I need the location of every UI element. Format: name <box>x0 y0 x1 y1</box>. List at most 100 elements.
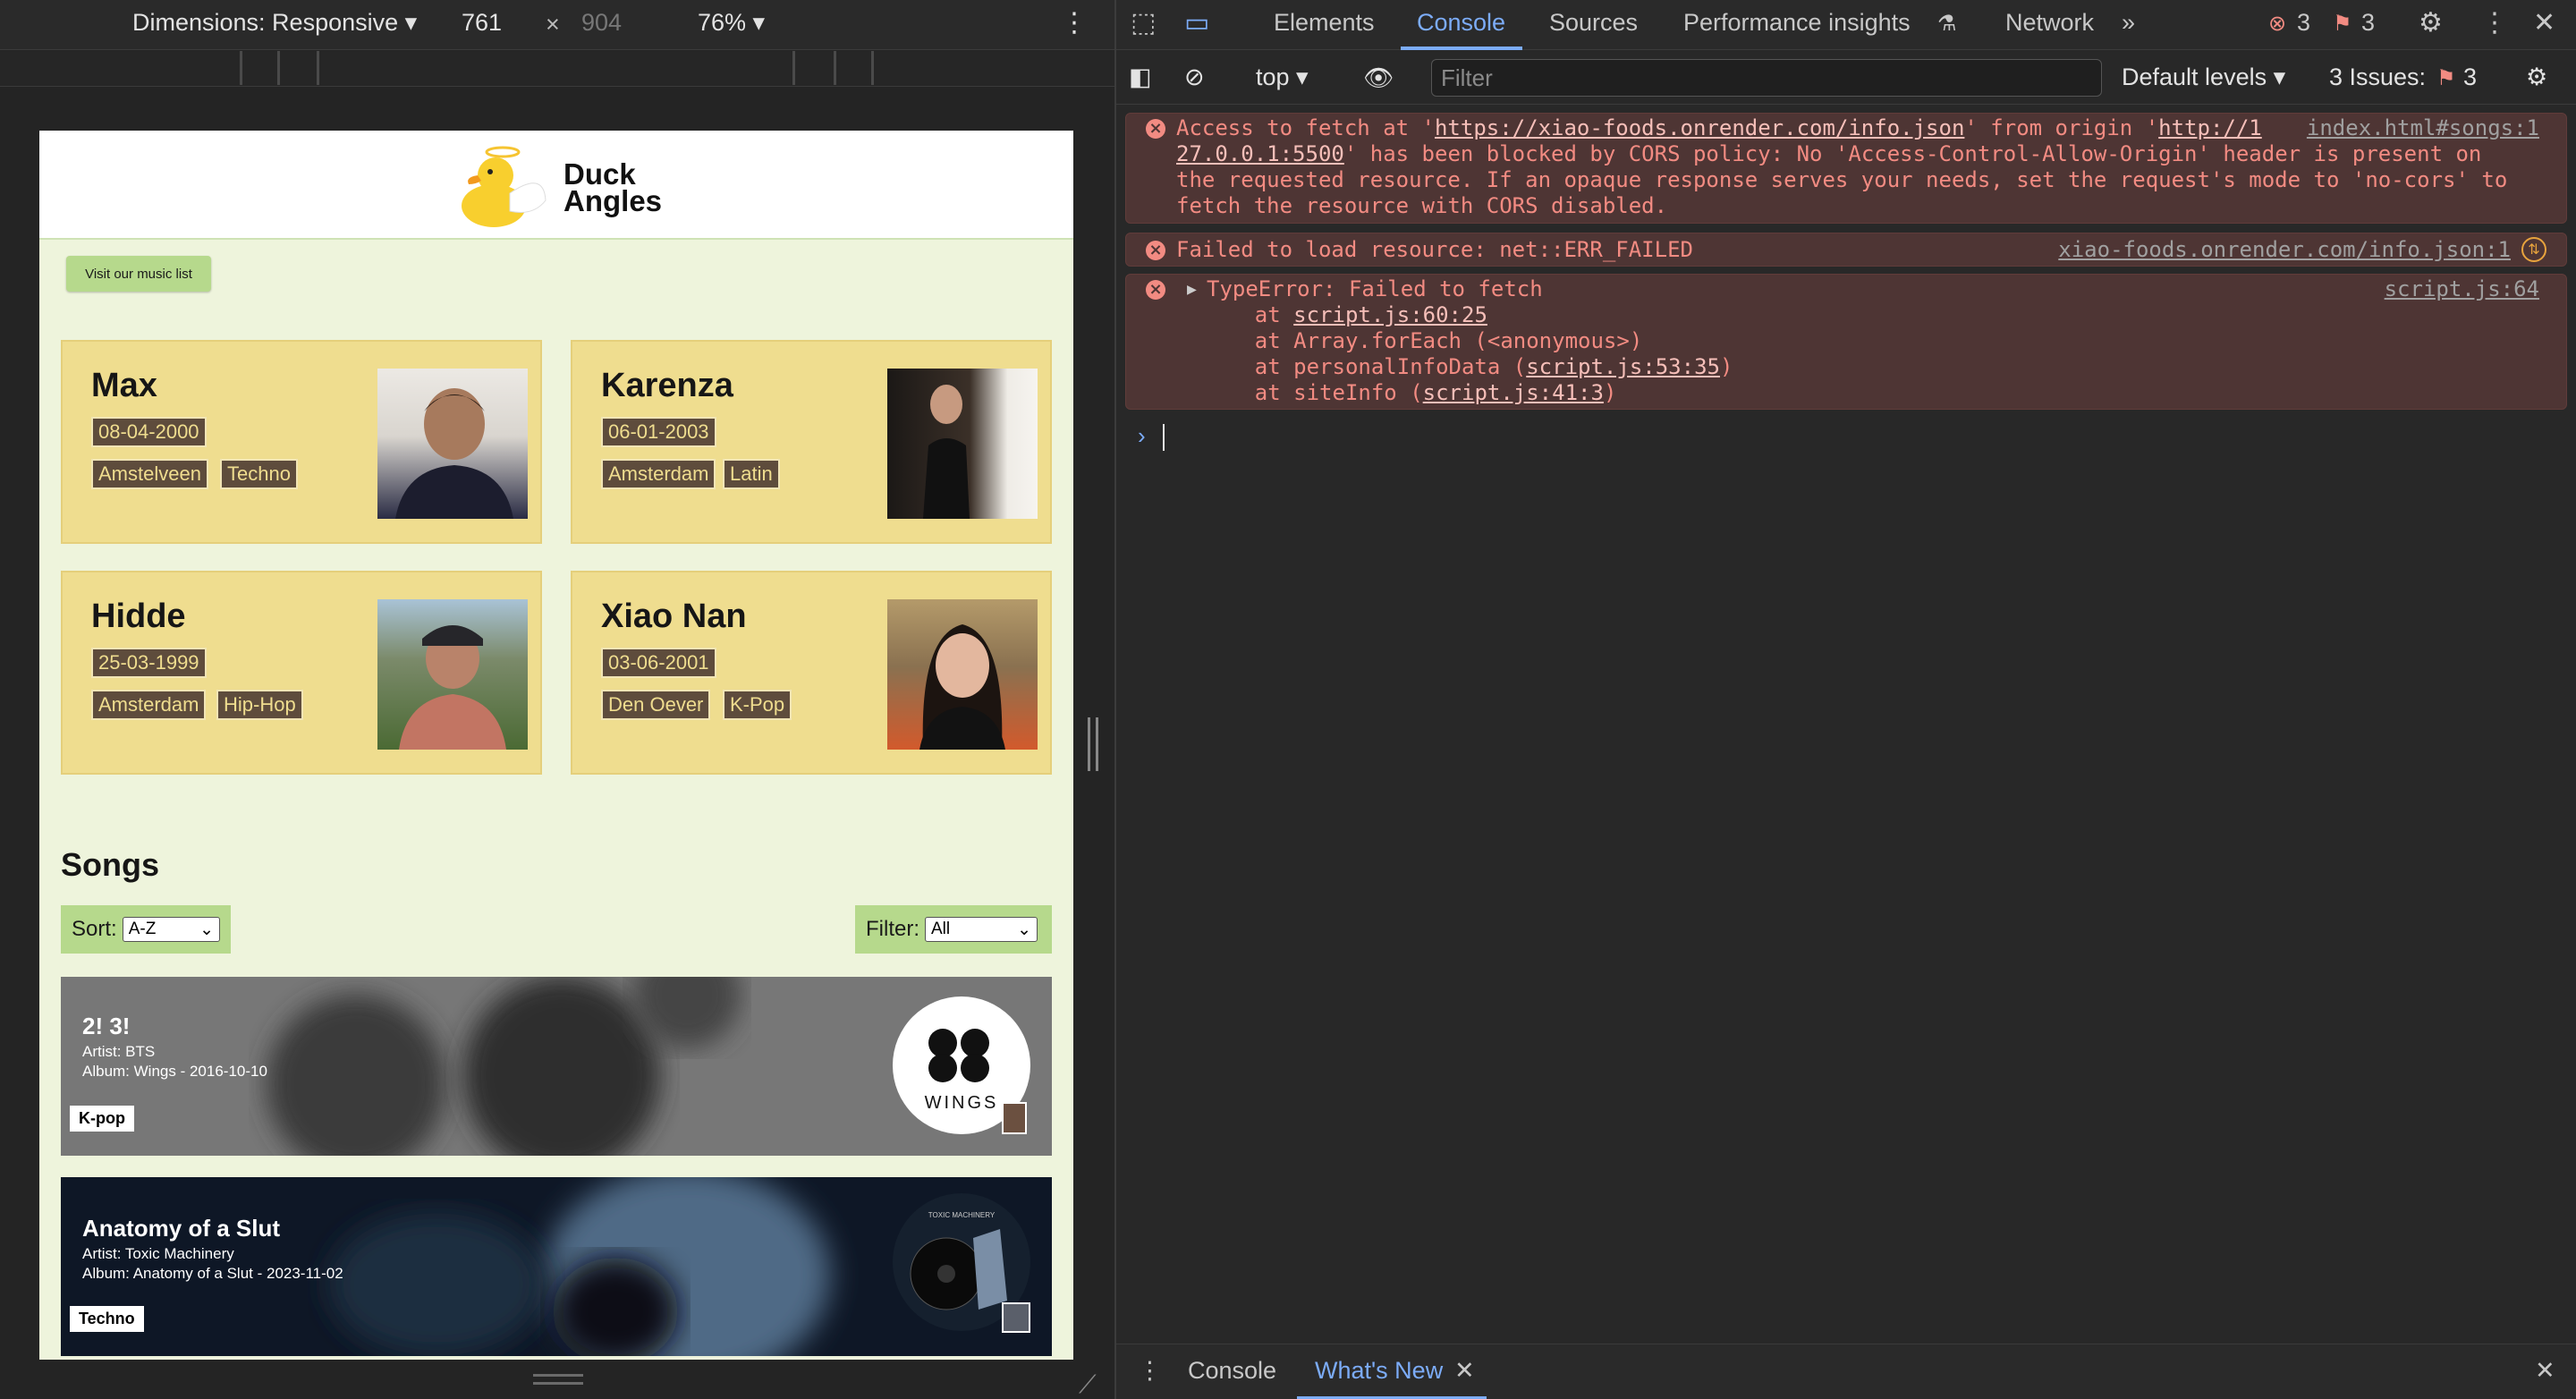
song-album: Album: Wings - 2016-10-10 <box>82 1063 267 1080</box>
error-icon: × <box>1146 280 1165 300</box>
close-tab-icon[interactable]: ✕ <box>1454 1357 1475 1385</box>
message-text: Access to fetch at ' <box>1176 115 1435 140</box>
city-tag: Amsterdam <box>601 459 716 489</box>
person-name: Max <box>91 367 157 404</box>
tab-performance-insights[interactable]: Performance insights <box>1683 9 1911 37</box>
birthdate-tag: 25-03-1999 <box>91 648 207 678</box>
message-line: Failed to load resource: net::ERR_FAILED <box>1176 237 1693 262</box>
drawer-tab-whats-new[interactable]: What's New <box>1315 1357 1443 1385</box>
message-line: Access to fetch at 'https://xiao-foods.o… <box>1176 115 2262 141</box>
city-tag: Den Oever <box>601 690 711 720</box>
message-line: fetch the resource with CORS disabled. <box>1176 193 1668 218</box>
drawer-tab-console[interactable]: Console <box>1188 1357 1276 1385</box>
site-header: Duck Angles <box>39 131 1073 240</box>
stack-text: at Array.forEach (<anonymous>) <box>1203 328 1643 353</box>
message-line: TypeError: Failed to fetch <box>1207 276 1543 301</box>
live-expression-eye-icon[interactable]: 👁 <box>1363 64 1394 92</box>
viewport-width-resize-handle[interactable] <box>1088 717 1098 771</box>
devtools-more-icon[interactable]: ⋮ <box>2481 7 2508 38</box>
song-artist: Artist: Toxic Machinery <box>82 1245 234 1262</box>
stack-link[interactable]: script.js:60:25 <box>1293 302 1487 327</box>
device-toolbar-icon[interactable]: ▭ <box>1184 7 1209 38</box>
issues-count[interactable]: 3 <box>2463 64 2477 91</box>
genre-tag: Hip-Hop <box>216 690 303 720</box>
song-title: Anatomy of a Slut <box>82 1215 281 1242</box>
more-tabs-icon[interactable]: » <box>2122 9 2135 37</box>
device-more-icon[interactable]: ⋮ <box>1061 7 1088 38</box>
message-source-link[interactable]: index.html#songs:1 <box>2307 115 2539 141</box>
viewport-height-resize-handle[interactable] <box>533 1374 583 1385</box>
filter-select[interactable]: All ⌄ <box>925 917 1038 942</box>
person-name: Xiao Nan <box>601 598 747 635</box>
tab-elements[interactable]: Elements <box>1274 9 1375 37</box>
visit-music-list-button[interactable]: Visit our music list <box>66 256 211 292</box>
console-filter-input[interactable]: Filter <box>1431 59 2102 97</box>
user-avatar <box>1002 1302 1030 1333</box>
error-url-link[interactable]: https://xiao-foods.onrender.com/info.jso… <box>1435 115 1964 140</box>
sidebar-toggle-icon[interactable]: ◧ <box>1129 64 1152 91</box>
filter-value: All <box>931 920 951 938</box>
person-name: Karenza <box>601 367 733 404</box>
person-card: Xiao Nan 03-06-2001 Den Oever K-Pop <box>571 571 1052 775</box>
tab-console[interactable]: Console <box>1417 9 1505 37</box>
city-tag: Amstelveen <box>91 459 208 489</box>
song-title: 2! 3! <box>82 1013 131 1039</box>
expand-triangle-icon[interactable]: ▶ <box>1187 276 1197 302</box>
stack-link[interactable]: script.js:53:35 <box>1526 354 1720 379</box>
issue-flag-icon: ⚑ <box>2436 66 2456 90</box>
tab-network[interactable]: Network <box>2005 9 2094 37</box>
person-photo <box>377 369 528 519</box>
birthdate-tag: 08-04-2000 <box>91 417 207 447</box>
tab-sources[interactable]: Sources <box>1549 9 1638 37</box>
media-query-ruler <box>0 51 1114 87</box>
log-levels-dropdown[interactable]: Default levels ▾ <box>2122 64 2285 91</box>
message-source-link[interactable]: xiao-foods.onrender.com/info.json:1 <box>2058 237 2511 263</box>
ruler-tick <box>792 51 795 85</box>
origin-link[interactable]: 27.0.0.1:5500 <box>1176 141 1344 166</box>
issue-count[interactable]: 3 <box>2361 9 2375 37</box>
song-card[interactable]: Anatomy of a Slut Artist: Toxic Machiner… <box>61 1177 1052 1356</box>
message-source-link[interactable]: script.js:64 <box>2385 276 2539 302</box>
person-photo <box>887 599 1038 750</box>
console-input[interactable] <box>1163 424 1165 451</box>
viewport-width-input[interactable]: 761 <box>462 9 502 37</box>
network-request-icon[interactable]: ⇅ <box>2521 237 2546 262</box>
console-error-message[interactable]: × Access to fetch at 'https://xiao-foods… <box>1125 113 2567 224</box>
zoom-dropdown[interactable]: 76% ▾ <box>698 9 765 37</box>
error-icon: × <box>1146 119 1165 139</box>
stack-link[interactable]: script.js:41:3 <box>1423 380 1604 405</box>
console-error-message[interactable]: × Failed to load resource: net::ERR_FAIL… <box>1125 233 2567 267</box>
birthdate-tag: 03-06-2001 <box>601 648 716 678</box>
dimensions-dropdown[interactable]: Dimensions: Responsive ▾ <box>132 9 417 37</box>
ruler-tick <box>834 51 836 85</box>
context-value: top <box>1256 64 1290 90</box>
sort-select[interactable]: A-Z ⌄ <box>122 917 220 942</box>
stack-text: ) <box>1603 380 1617 405</box>
close-drawer-icon[interactable]: ✕ <box>2535 1357 2555 1385</box>
issue-flag-icon[interactable]: ⚑ <box>2333 11 2352 37</box>
context-selector[interactable]: top ▾ <box>1256 64 1309 91</box>
device-toolbar: Dimensions: Responsive ▾ 761 × 904 76% ▾… <box>0 0 1114 50</box>
song-card[interactable]: 2! 3! Artist: BTS Album: Wings - 2016-10… <box>61 977 1052 1156</box>
person-card: Karenza 06-01-2003 Amsterdam Latin <box>571 340 1052 544</box>
console-settings-gear-icon[interactable]: ⚙ <box>2526 64 2547 91</box>
message-text: ' has been blocked by CORS policy: No 'A… <box>1343 141 2482 166</box>
settings-gear-icon[interactable]: ⚙ <box>2419 7 2443 38</box>
viewport-height-input[interactable]: 904 <box>581 9 622 37</box>
logo-line-2: Angles <box>564 184 663 217</box>
person-card: Hidde 25-03-1999 Amsterdam Hip-Hop <box>61 571 542 775</box>
error-count[interactable]: 3 <box>2297 9 2310 37</box>
issues-label[interactable]: 3 Issues: <box>2329 64 2426 91</box>
drawer-more-icon[interactable]: ⋮ <box>1138 1357 1162 1385</box>
close-devtools-icon[interactable]: ✕ <box>2533 7 2555 38</box>
person-photo <box>887 369 1038 519</box>
swap-dimensions-icon[interactable]: × <box>546 11 560 38</box>
origin-link[interactable]: http://1 <box>2158 115 2262 140</box>
error-icon[interactable]: ⊗ <box>2268 11 2286 37</box>
site-logo-text[interactable]: Duck Angles <box>564 159 663 217</box>
console-error-message[interactable]: × ▶ TypeError: Failed to fetch script.js… <box>1125 274 2567 410</box>
inspect-element-icon[interactable]: ⬚ <box>1131 7 1156 38</box>
corner-resize-icon[interactable]: ⟋ <box>1079 1370 1097 1399</box>
clear-console-icon[interactable]: ⊘ <box>1184 64 1205 91</box>
ruler-tick <box>240 51 242 85</box>
